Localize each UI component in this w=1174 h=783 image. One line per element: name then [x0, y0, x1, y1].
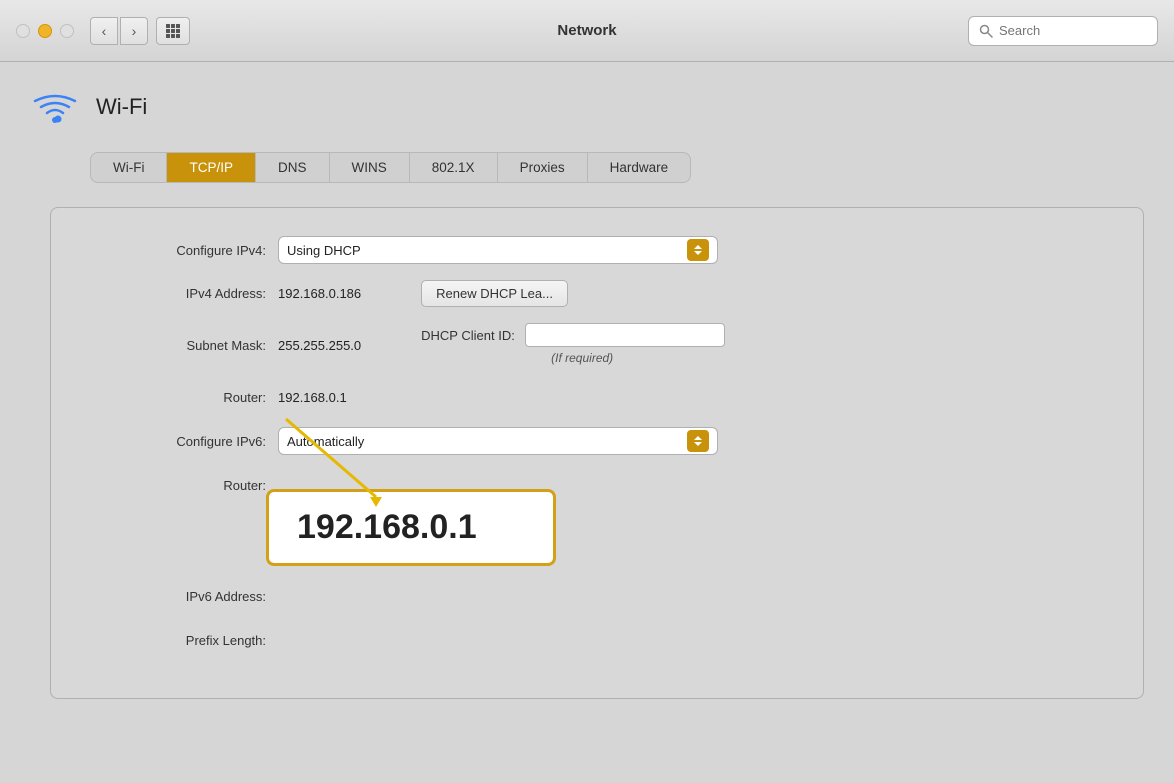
tab-wifi[interactable]: Wi-Fi: [91, 153, 167, 182]
annotation-arrow: [256, 409, 456, 509]
search-box[interactable]: [968, 16, 1158, 46]
tab-proxies[interactable]: Proxies: [498, 153, 588, 182]
back-button[interactable]: ‹: [90, 17, 118, 45]
ipv6-address-label: IPv6 Address:: [91, 589, 266, 604]
subnet-mask-value: 255.255.255.0: [278, 338, 361, 353]
configure-ipv4-row: Configure IPv4: Using DHCP: [91, 236, 1103, 264]
prefix-length-row: Prefix Length:: [91, 626, 1103, 654]
maximize-button[interactable]: [60, 24, 74, 38]
annotation-container: Router: 192.168.0.1: [91, 471, 1103, 566]
prefix-length-label: Prefix Length:: [91, 633, 266, 648]
configure-ipv6-row: Configure IPv6: Automatically: [91, 427, 1103, 455]
if-required-text: (If required): [551, 351, 613, 365]
forward-button[interactable]: ›: [120, 17, 148, 45]
configure-ipv4-label: Configure IPv4:: [91, 243, 266, 258]
router-label: Router:: [91, 390, 266, 405]
callout-value: 192.168.0.1: [297, 508, 477, 546]
wifi-title: Wi-Fi: [96, 94, 147, 120]
search-icon: [979, 24, 993, 38]
close-button[interactable]: [16, 24, 30, 38]
tab-tcpip[interactable]: TCP/IP: [167, 153, 256, 182]
grid-view-button[interactable]: [156, 17, 190, 45]
tab-dns[interactable]: DNS: [256, 153, 330, 182]
router-value: 192.168.0.1: [278, 390, 347, 405]
ipv4-address-label: IPv4 Address:: [91, 286, 266, 301]
minimize-button[interactable]: [38, 24, 52, 38]
tab-8021x[interactable]: 802.1X: [410, 153, 498, 182]
settings-panel: Configure IPv4: Using DHCP IPv4 Address:…: [50, 207, 1144, 699]
window-title: Network: [557, 22, 616, 39]
tab-wins[interactable]: WINS: [330, 153, 410, 182]
renew-dhcp-button[interactable]: Renew DHCP Lea...: [421, 280, 568, 307]
ipv4-address-value: 192.168.0.186: [278, 286, 361, 301]
router-ipv4-row: Router: 192.168.0.1: [91, 383, 1103, 411]
wifi-icon: [30, 82, 80, 132]
dhcp-client-label: DHCP Client ID:: [421, 328, 515, 343]
dropdown-arrow-icon: [687, 239, 709, 261]
dhcp-client-row: DHCP Client ID:: [421, 323, 725, 347]
ipv4-address-row: IPv4 Address: 192.168.0.186 Renew DHCP L…: [91, 280, 1103, 307]
grid-icon: [166, 24, 180, 38]
tab-bar: Wi-Fi TCP/IP DNS WINS 802.1X Proxies Har…: [90, 152, 691, 183]
dhcp-client-input[interactable]: [525, 323, 725, 347]
subnet-mask-label: Subnet Mask:: [91, 338, 266, 353]
router6-label: Router:: [91, 478, 266, 493]
configure-ipv4-dropdown[interactable]: Using DHCP: [278, 236, 718, 264]
wifi-header: Wi-Fi: [30, 82, 1144, 132]
tab-hardware[interactable]: Hardware: [588, 153, 691, 182]
router-ipv4-area: Router: 192.168.0.1: [91, 383, 1103, 411]
main-content: Wi-Fi Wi-Fi TCP/IP DNS WINS 802.1X Proxi…: [0, 62, 1174, 719]
subnet-mask-row: Subnet Mask: 255.255.255.0 DHCP Client I…: [91, 323, 1103, 367]
titlebar: ‹ › Network: [0, 0, 1174, 62]
configure-ipv4-value: Using DHCP: [287, 243, 361, 258]
ipv6-address-row: IPv6 Address:: [91, 582, 1103, 610]
configure-ipv6-label: Configure IPv6:: [91, 434, 266, 449]
nav-buttons: ‹ ›: [90, 17, 148, 45]
callout-area: 192.168.0.1: [266, 489, 1103, 566]
dropdown-arrow-ipv6-icon: [687, 430, 709, 452]
search-input[interactable]: [999, 23, 1147, 38]
traffic-lights: [16, 24, 74, 38]
